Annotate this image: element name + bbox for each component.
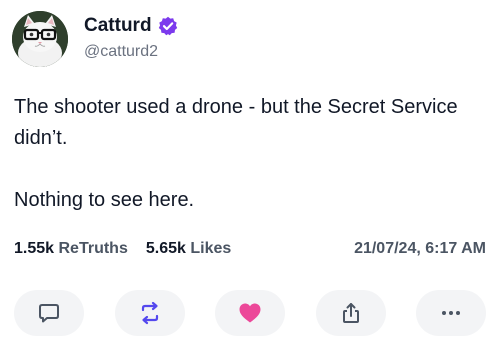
avatar[interactable] <box>12 11 68 67</box>
likes-stat[interactable]: 5.65k Likes <box>146 240 231 258</box>
post-stats: 1.55k ReTruths 5.65k Likes 21/07/24, 6:1… <box>14 240 486 258</box>
likes-count: 5.65k <box>145 240 186 257</box>
retruths-stat[interactable]: 1.55k ReTruths <box>14 240 128 258</box>
post-timestamp: 21/07/24, 6:17 AM <box>354 240 486 257</box>
verified-badge-icon <box>158 16 178 36</box>
repost-arrows-icon <box>141 301 158 325</box>
retruth-button[interactable] <box>114 290 185 336</box>
author-name-row: Catturd <box>84 15 178 37</box>
speech-bubble-icon <box>39 304 59 323</box>
cat-with-glasses-avatar-icon <box>12 11 68 67</box>
likes-label: Likes <box>190 240 232 257</box>
retruths-count: 1.55k <box>14 240 55 257</box>
retruths-label: ReTruths <box>58 240 128 257</box>
more-button[interactable] <box>416 290 486 336</box>
author-display-name[interactable]: Catturd <box>84 15 152 37</box>
share-icon <box>342 303 359 323</box>
reply-button[interactable] <box>14 290 84 336</box>
post-paragraph: The shooter used a drone - but the Secre… <box>14 96 458 149</box>
share-button[interactable] <box>315 290 386 336</box>
post-body: The shooter used a drone - but the Secre… <box>14 92 486 216</box>
post-actions <box>14 290 486 336</box>
heart-icon <box>239 303 261 323</box>
post-paragraph: Nothing to see here. <box>14 189 195 211</box>
author-handle[interactable]: @catturd2 <box>84 43 158 61</box>
like-button[interactable] <box>215 290 285 336</box>
more-dots-icon <box>442 311 460 315</box>
